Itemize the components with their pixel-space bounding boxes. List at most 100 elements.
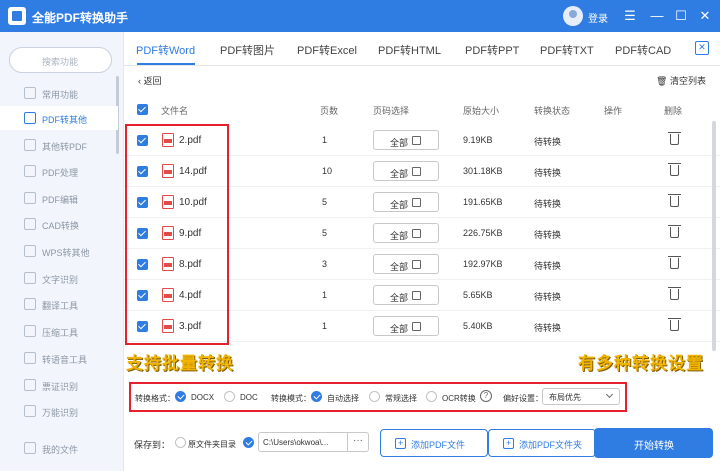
sidebar-item-icon: [24, 218, 36, 230]
output-path-field[interactable]: C:\Users\okwoa\...: [258, 432, 348, 452]
tab[interactable]: PDF转PPT: [465, 42, 519, 58]
convert-status: 待转换: [534, 261, 562, 271]
page-select-button[interactable]: 全部: [373, 316, 439, 336]
trash-icon[interactable]: [668, 132, 681, 145]
sidebar-item[interactable]: 压缩工具: [0, 319, 118, 343]
tab[interactable]: PDF转HTML: [378, 42, 441, 58]
format-docx-radio[interactable]: [175, 391, 186, 402]
help-icon[interactable]: ?: [480, 390, 492, 402]
sidebar-item[interactable]: 万能识别: [0, 399, 118, 423]
sidebar-item-icon: [24, 272, 36, 284]
trash-icon[interactable]: [668, 256, 681, 269]
select-all-checkbox[interactable]: [137, 104, 148, 115]
file-size: 301.18KB: [463, 166, 503, 176]
settings-annotation: 有多种转换设置: [578, 354, 704, 373]
file-size: 192.97KB: [463, 259, 503, 269]
convert-status: 待转换: [534, 199, 562, 209]
maximize-button[interactable]: ☐: [671, 6, 691, 26]
sidebar-item[interactable]: 票证识别: [0, 373, 118, 397]
sidebar-item-label: 万能识别: [42, 408, 79, 418]
add-file-icon: +: [395, 438, 406, 449]
page-select-button[interactable]: 全部: [373, 285, 439, 305]
trash-icon[interactable]: [668, 194, 681, 207]
sidebar-item-label: CAD转换: [42, 221, 80, 231]
sidebar-item[interactable]: 其他转PDF: [0, 133, 118, 157]
edit-icon: [412, 167, 421, 176]
custom-path-radio[interactable]: [243, 437, 254, 448]
page-select-button[interactable]: 全部: [373, 161, 439, 181]
edit-icon: [412, 229, 421, 238]
page-select-label: 全部: [390, 138, 409, 148]
mode-ocr-radio[interactable]: [426, 391, 437, 402]
file-size: 9.19KB: [463, 135, 493, 145]
file-size: 226.75KB: [463, 228, 503, 238]
tab[interactable]: PDF转TXT: [540, 42, 594, 58]
back-button[interactable]: ‹ 返回: [138, 74, 162, 87]
tab[interactable]: PDF转图片: [220, 42, 275, 58]
sidebar-item[interactable]: 翻译工具: [0, 292, 118, 316]
login-link[interactable]: 登录: [588, 10, 608, 25]
page-select-button[interactable]: 全部: [373, 130, 439, 150]
sidebar-item[interactable]: 常用功能: [0, 81, 118, 105]
page-count: 5: [322, 197, 328, 207]
preference-select[interactable]: 布局优先: [542, 388, 620, 405]
conversion-settings: 转换格式： DOCX DOC 转换模式： 自动选择 常规选择 OCR转换 ? 偏…: [124, 380, 720, 412]
close-button[interactable]: ✕: [695, 6, 715, 26]
sidebar-item-label: PDF编辑: [42, 195, 79, 205]
avatar-icon[interactable]: [563, 6, 583, 26]
trash-icon[interactable]: [668, 287, 681, 300]
output-path-value: C:\Users\okwoa\...: [263, 438, 329, 447]
search-input[interactable]: 搜索功能: [9, 47, 112, 73]
start-convert-button[interactable]: 开始转换: [594, 428, 713, 458]
clear-list-label: 清空列表: [669, 76, 706, 86]
sidebar-item[interactable]: 转语音工具: [0, 346, 118, 370]
add-pdf-label: 添加PDF文件: [411, 440, 466, 450]
add-folder-button[interactable]: + 添加PDF文件夹: [488, 429, 596, 457]
browse-button[interactable]: ···: [347, 432, 369, 452]
tab[interactable]: PDF转Word: [136, 42, 195, 58]
sidebar-item-label: 翻译工具: [42, 301, 79, 311]
page-select-button[interactable]: 全部: [373, 254, 439, 274]
tab-close-icon[interactable]: ✕: [695, 41, 709, 55]
add-pdf-button[interactable]: + 添加PDF文件: [380, 429, 488, 457]
sidebar-item-icon: [24, 325, 36, 337]
tab[interactable]: PDF转Excel: [297, 42, 357, 58]
page-select-label: 全部: [390, 324, 409, 334]
page-select-label: 全部: [390, 169, 409, 179]
mode-auto-radio[interactable]: [311, 391, 322, 402]
title-bar: 全能PDF转换助手 登录 ☰ — ☐ ✕: [0, 0, 720, 32]
page-select-button[interactable]: 全部: [373, 223, 439, 243]
trash-icon[interactable]: [668, 318, 681, 331]
clear-list-button[interactable]: 🗑 清空列表: [656, 74, 706, 87]
mode-auto-label: 自动选择: [327, 394, 359, 403]
table-scrollbar[interactable]: [712, 121, 716, 351]
header-filename: 文件名: [161, 106, 189, 116]
format-doc-radio[interactable]: [224, 391, 235, 402]
trash-icon[interactable]: [668, 225, 681, 238]
preference-label: 偏好设置：: [503, 394, 543, 403]
active-tab-underline: [137, 63, 195, 65]
tab[interactable]: PDF转CAD: [615, 42, 671, 58]
page-count: 1: [322, 135, 328, 145]
trash-icon[interactable]: [668, 163, 681, 176]
page-select-button[interactable]: 全部: [373, 192, 439, 212]
app-logo-icon: [8, 7, 26, 25]
menu-icon[interactable]: ☰: [620, 6, 640, 26]
sidebar-item[interactable]: PDF处理: [0, 159, 118, 183]
minimize-button[interactable]: —: [647, 6, 667, 26]
sidebar-item-label: 票证识别: [42, 382, 79, 392]
sidebar-item[interactable]: 我的文件: [0, 436, 118, 460]
sidebar-item[interactable]: PDF转其他: [0, 106, 118, 130]
mode-normal-radio[interactable]: [369, 391, 380, 402]
chevron-down-icon: [605, 390, 614, 399]
sidebar-item-label: 常用功能: [42, 90, 79, 100]
sidebar-item[interactable]: CAD转换: [0, 212, 118, 236]
sidebar-item-icon: [24, 165, 36, 177]
sidebar-item[interactable]: PDF编辑: [0, 186, 118, 210]
convert-status: 待转换: [534, 292, 562, 302]
sidebar-item-icon: [24, 192, 36, 204]
sidebar-item[interactable]: 文字识别: [0, 266, 118, 290]
search-placeholder: 搜索功能: [42, 57, 79, 67]
source-dir-radio[interactable]: [175, 437, 186, 448]
sidebar-item[interactable]: WPS转其他: [0, 239, 118, 263]
